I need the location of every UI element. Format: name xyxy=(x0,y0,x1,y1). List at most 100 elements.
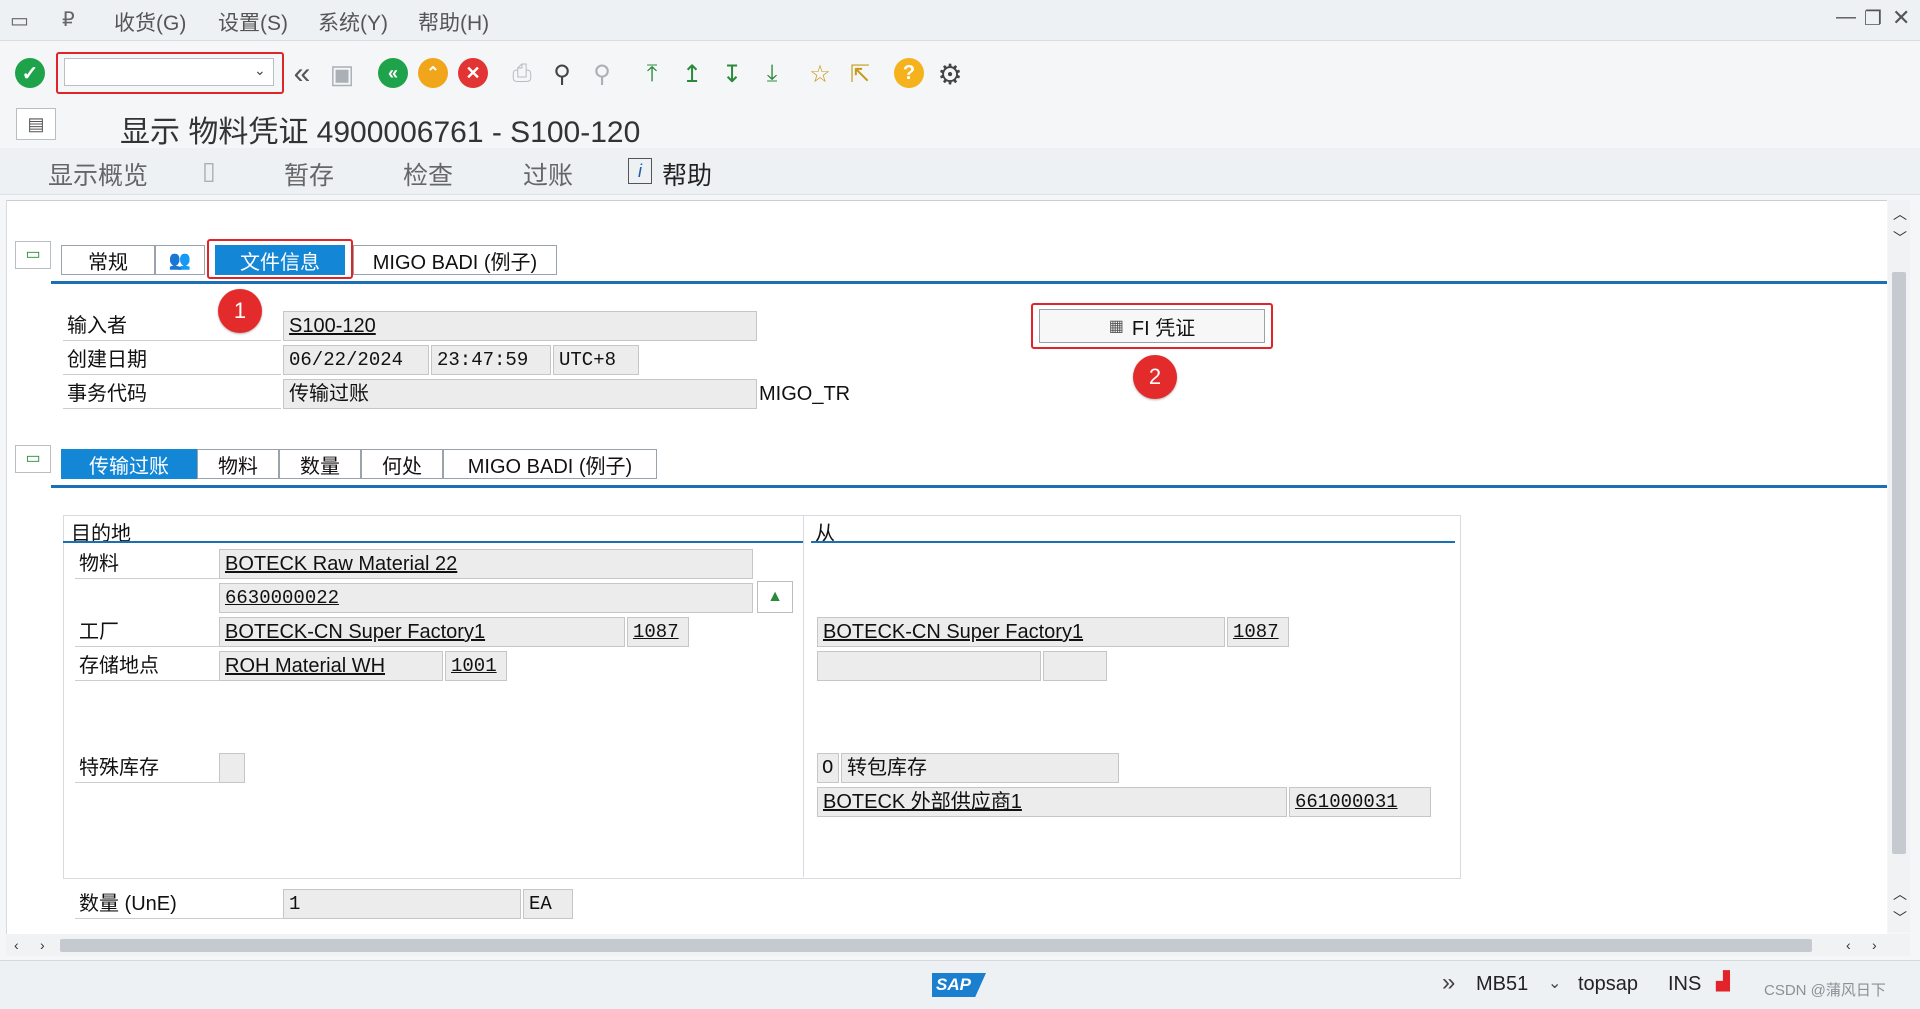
tcode-text-field: 传输过账 xyxy=(283,379,757,409)
tab-transfer-posting[interactable]: 传输过账 xyxy=(61,449,197,479)
tab-partners-icon[interactable]: 👥 xyxy=(155,245,205,275)
vendor-desc: BOTECK 外部供应商1 xyxy=(823,791,1022,813)
from-underline xyxy=(811,541,1455,543)
status-tcode: MB51 xyxy=(1476,973,1529,995)
plant-label: 工厂 xyxy=(75,617,221,647)
shortcut-icon[interactable]: ⇱ xyxy=(844,58,876,90)
collapse-item-icon[interactable]: ▭ xyxy=(15,445,51,473)
help-icon[interactable]: ? xyxy=(894,58,924,88)
from-storage-location-code-field xyxy=(1043,651,1107,681)
help-button[interactable]: 帮助 xyxy=(662,156,712,192)
special-stock-field xyxy=(219,753,245,783)
tab-material[interactable]: 物料 xyxy=(197,449,279,479)
vertical-scroll-thumb[interactable] xyxy=(1892,272,1906,854)
from-plant-code-field: 1087 xyxy=(1227,617,1289,647)
status-bar: SAP » MB51 ⌄ topsap INS ▟ CSDN @蒲风日下 xyxy=(0,960,1920,1009)
performance-icon: ▟ xyxy=(1716,971,1730,991)
storage-location-code-field: 1001 xyxy=(445,651,507,681)
tab-quantity[interactable]: 数量 xyxy=(279,449,361,479)
new-session-icon[interactable]: ☆ xyxy=(804,58,836,90)
storage-location-desc: ROH Material WH xyxy=(225,655,386,677)
horizontal-scroll-thumb[interactable] xyxy=(60,939,1812,952)
find-icon[interactable]: ⚲ xyxy=(546,58,578,90)
fi-document-button[interactable]: ▦ FI 凭证 xyxy=(1039,309,1265,343)
cancel-icon[interactable]: ✕ xyxy=(458,58,488,88)
system-menu-icon[interactable]: ▭ xyxy=(10,8,29,33)
tcode-value: MIGO_TR xyxy=(759,383,851,405)
back-icon[interactable]: « xyxy=(378,58,408,88)
scroll-right-icon[interactable]: › xyxy=(40,937,45,953)
scroll-left-icon[interactable]: ‹ xyxy=(14,937,19,953)
first-page-icon[interactable]: ⤒ xyxy=(636,58,668,90)
material-image-icon[interactable]: ▲ xyxy=(757,581,793,613)
item-tab-underline xyxy=(51,485,1887,488)
vertical-scrollbar[interactable]: ︿ ﹀ ︿ ﹀ xyxy=(1888,200,1910,932)
command-dropdown-icon[interactable]: ⌄ xyxy=(254,62,266,79)
prev-page-icon[interactable]: ↥ xyxy=(676,58,708,90)
settings-icon[interactable]: ⚙ xyxy=(934,58,966,90)
plant-code: 1087 xyxy=(633,621,679,643)
material-desc-field: BOTECK Raw Material 22 xyxy=(219,549,753,579)
minimize-icon[interactable]: — xyxy=(1836,6,1856,29)
screen-menu-icon[interactable]: ▤ xyxy=(16,108,56,140)
layout-menu-icon[interactable]: ₽ xyxy=(62,7,75,32)
fi-document-label: FI 凭证 xyxy=(1131,317,1196,340)
last-page-icon[interactable]: ⤓ xyxy=(756,58,788,90)
close-window-icon[interactable]: ✕ xyxy=(1892,5,1910,31)
tab-migo-badi-item[interactable]: MIGO BADI (例子) xyxy=(443,449,657,479)
find-next-icon[interactable]: ⚲ xyxy=(586,58,618,90)
scroll-up-bottom-icon[interactable]: ︿ xyxy=(1893,884,1907,904)
check-button[interactable]: 检查 xyxy=(403,156,453,192)
plant-code-field: 1087 xyxy=(627,617,689,647)
content-panel: ▭ 常规 👥 文件信息 MIGO BADI (例子) 1 输入者 S100-12… xyxy=(6,200,1887,935)
status-dropdown-icon[interactable]: ⌄ xyxy=(1548,973,1561,993)
destination-underline xyxy=(63,541,803,543)
plant-desc: BOTECK-CN Super Factory1 xyxy=(225,621,486,643)
timezone-field: UTC+8 xyxy=(553,345,639,375)
check-icon[interactable]: ✓ xyxy=(15,58,45,88)
menu-system[interactable]: 系统(Y) xyxy=(318,7,388,37)
header-tab-underline xyxy=(51,281,1887,284)
print-icon[interactable]: ⎙ xyxy=(506,58,538,90)
scroll-left-end-icon[interactable]: ‹ xyxy=(1846,937,1851,953)
group-divider xyxy=(803,515,804,877)
tcode-label: 事务代码 xyxy=(63,379,281,409)
menu-help[interactable]: 帮助(H) xyxy=(418,7,489,37)
overview-button[interactable]: 显示概览 xyxy=(48,156,148,192)
new-document-icon[interactable]: ▯ xyxy=(202,156,216,186)
title-bar: ▤ 显示 物料凭证 4900006761 - S100-120 xyxy=(0,104,1920,149)
tab-general[interactable]: 常规 xyxy=(61,245,155,275)
post-button[interactable]: 过账 xyxy=(523,156,573,192)
menu-receipt[interactable]: 收货(G) xyxy=(114,7,186,37)
entered-by-field: S100-120 xyxy=(283,311,757,341)
exit-icon[interactable]: ⌃ xyxy=(418,58,448,88)
restore-icon[interactable]: ❐ xyxy=(1864,6,1882,31)
storage-location-desc-field: ROH Material WH xyxy=(219,651,443,681)
from-plant-code: 1087 xyxy=(1233,621,1279,643)
unit-field: EA xyxy=(523,889,573,919)
scroll-right-end-icon[interactable]: › xyxy=(1872,937,1877,953)
status-mode: INS xyxy=(1668,973,1702,995)
save-icon[interactable]: ▣ xyxy=(326,58,358,90)
command-field[interactable] xyxy=(64,58,274,86)
material-desc: BOTECK Raw Material 22 xyxy=(225,553,458,575)
tab-migo-badi-header[interactable]: MIGO BADI (例子) xyxy=(353,245,557,275)
storage-location-label: 存储地点 xyxy=(75,651,221,681)
status-server: topsap xyxy=(1578,973,1639,995)
menu-settings[interactable]: 设置(S) xyxy=(218,7,288,37)
hold-button[interactable]: 暂存 xyxy=(284,156,334,192)
back-double-icon[interactable]: « xyxy=(286,57,318,90)
scroll-down-icon[interactable]: ﹀ xyxy=(1893,228,1907,248)
tab-where[interactable]: 何处 xyxy=(361,449,443,479)
horizontal-scrollbar[interactable]: ‹ › ‹ › xyxy=(6,934,1910,956)
material-label: 物料 xyxy=(75,549,221,579)
next-page-icon[interactable]: ↧ xyxy=(716,58,748,90)
action-bar: 显示概览 ▯ 暂存 检查 过账 i 帮助 xyxy=(0,148,1920,195)
scroll-down-bottom-icon[interactable]: ﹀ xyxy=(1893,908,1907,928)
expand-status-icon[interactable]: » xyxy=(1442,969,1455,997)
scroll-up-icon[interactable]: ︿ xyxy=(1893,204,1907,224)
collapse-header-icon[interactable]: ▭ xyxy=(15,241,51,269)
info-icon[interactable]: i xyxy=(628,158,652,184)
from-storage-location-field xyxy=(817,651,1041,681)
special-stock-label: 特殊库存 xyxy=(75,753,221,783)
